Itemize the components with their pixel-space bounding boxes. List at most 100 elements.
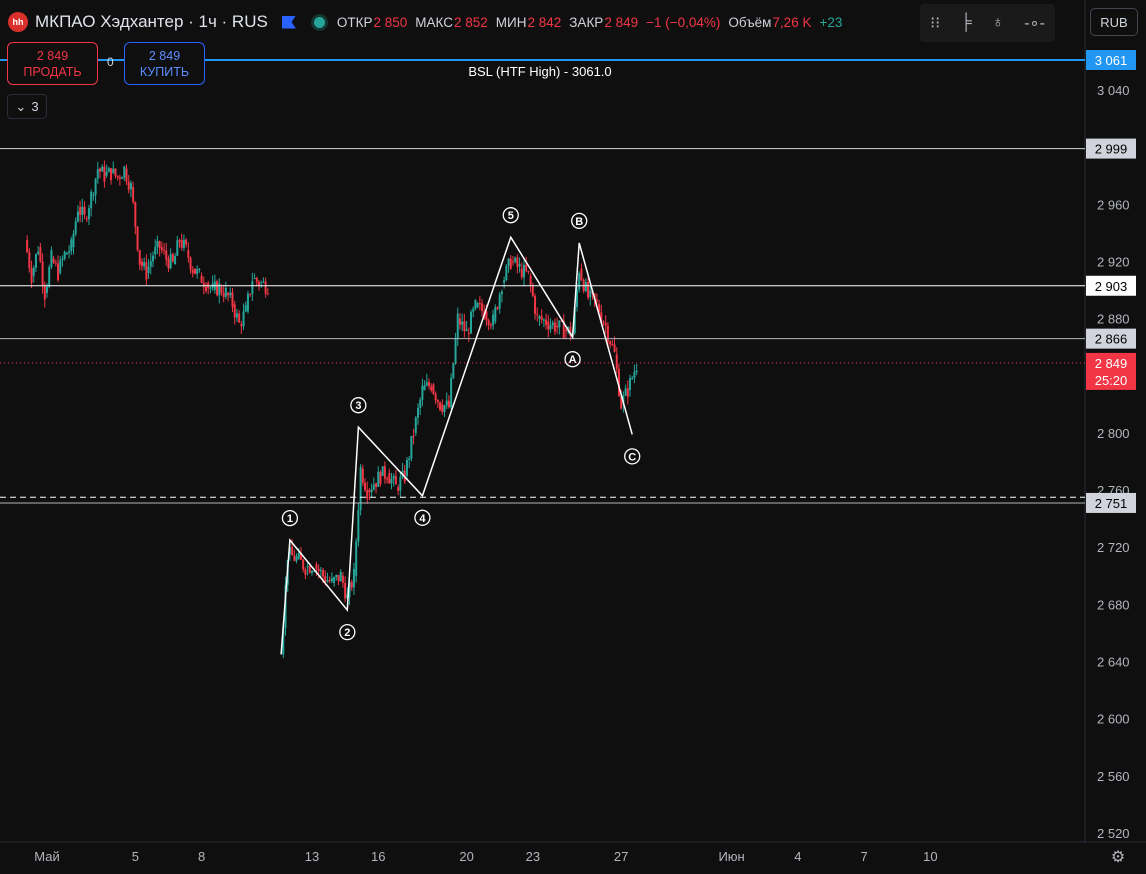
x-tick-label: 13 xyxy=(305,849,319,864)
candle xyxy=(107,168,110,173)
candle xyxy=(414,417,417,433)
candle xyxy=(165,250,168,260)
chevron-down-icon: ⌄ xyxy=(15,98,27,114)
candle xyxy=(255,278,258,283)
candle xyxy=(54,262,57,264)
candle xyxy=(381,466,384,476)
candle xyxy=(454,338,457,364)
candle xyxy=(222,292,225,297)
candle xyxy=(101,166,104,172)
candle xyxy=(311,571,313,573)
symbol-logo[interactable]: hh xyxy=(8,12,28,32)
candle xyxy=(198,268,201,270)
candle xyxy=(28,252,31,269)
sell-button[interactable]: 2 849 ПРОДАТЬ xyxy=(7,42,98,85)
candle xyxy=(57,263,60,281)
change-value: −1 (−0,04%) xyxy=(646,14,721,30)
pin-icon[interactable]: ♁ xyxy=(992,14,1004,32)
candle xyxy=(383,466,386,479)
candle xyxy=(26,240,29,253)
candle xyxy=(556,325,559,328)
candle xyxy=(103,166,106,182)
candle xyxy=(32,267,35,276)
candle xyxy=(516,257,519,267)
drag-handle-icon[interactable]: ⁝⁝ xyxy=(930,13,940,33)
candle xyxy=(536,314,539,316)
candle xyxy=(611,344,614,346)
symbol-title[interactable]: МКПАО Хэдхантер · 1ч · RUS xyxy=(35,12,268,32)
volume-value: 7,26 K xyxy=(772,14,812,30)
candle xyxy=(529,275,532,286)
candle xyxy=(428,382,431,387)
x-tick-label: Май xyxy=(34,849,59,864)
candle xyxy=(485,311,488,321)
candle xyxy=(615,354,618,369)
candle xyxy=(308,565,311,573)
candle xyxy=(43,285,46,300)
candle xyxy=(187,250,190,258)
candle xyxy=(635,370,638,373)
buy-button[interactable]: 2 849 КУПИТЬ xyxy=(124,42,205,85)
candle xyxy=(595,299,598,302)
low-value: 2 842 xyxy=(527,14,562,30)
candle xyxy=(322,570,325,577)
candle xyxy=(50,250,53,268)
candle xyxy=(61,258,64,261)
candle xyxy=(538,316,541,319)
candle xyxy=(196,269,199,274)
candle xyxy=(260,282,263,284)
candle xyxy=(127,181,130,190)
spread-value: 0 xyxy=(107,55,114,69)
chart-canvas[interactable]: 2 5202 5602 6002 6402 6802 7202 7602 800… xyxy=(0,0,1146,874)
wave-label: 3 xyxy=(355,400,361,412)
candle xyxy=(452,363,455,379)
candle xyxy=(337,574,340,582)
candle xyxy=(408,458,411,460)
currency-selector[interactable]: RUB xyxy=(1090,8,1138,36)
candle xyxy=(160,247,163,251)
candle xyxy=(602,321,605,323)
candle xyxy=(326,580,329,582)
candle xyxy=(357,510,360,542)
candle xyxy=(94,178,97,196)
candle xyxy=(317,568,320,571)
candle xyxy=(59,260,62,273)
candle xyxy=(134,202,137,227)
candle xyxy=(505,265,508,280)
candle xyxy=(182,239,185,248)
candle xyxy=(481,303,484,311)
candle xyxy=(85,218,88,220)
candle xyxy=(330,578,333,582)
x-tick-label: 16 xyxy=(371,849,385,864)
candle xyxy=(121,177,124,179)
candle xyxy=(244,305,247,312)
candle xyxy=(132,187,135,203)
candle xyxy=(145,262,148,280)
ohlc-values: ОТКР 2 850 МАКС 2 852 МИН 2 842 ЗАКР 2 8… xyxy=(337,15,843,30)
candle xyxy=(92,195,95,197)
candle xyxy=(436,400,439,403)
candle xyxy=(626,388,629,397)
candle xyxy=(355,541,358,576)
candle xyxy=(372,484,375,490)
sell-price: 2 849 xyxy=(36,48,69,63)
candle xyxy=(478,303,481,305)
market-status-icon[interactable] xyxy=(313,16,325,28)
fib-tool-icon[interactable]: ╞ xyxy=(960,14,971,32)
y-tick-label: 2 600 xyxy=(1097,712,1130,727)
candle xyxy=(205,286,207,291)
y-tick-label: 2 560 xyxy=(1097,769,1130,784)
indicators-toggle[interactable]: ⌄ 3 xyxy=(7,94,47,119)
candle xyxy=(68,251,71,253)
candle xyxy=(63,251,66,259)
candle xyxy=(224,287,227,297)
candle xyxy=(123,166,126,178)
candle xyxy=(377,471,380,487)
volume-label: Объём xyxy=(728,14,772,30)
line-tool-icon[interactable]: -∘- xyxy=(1024,13,1045,33)
candle xyxy=(458,318,461,325)
x-tick-label: 4 xyxy=(794,849,801,864)
candle xyxy=(304,569,307,575)
candle xyxy=(487,320,490,325)
flag-icon[interactable] xyxy=(281,15,296,29)
